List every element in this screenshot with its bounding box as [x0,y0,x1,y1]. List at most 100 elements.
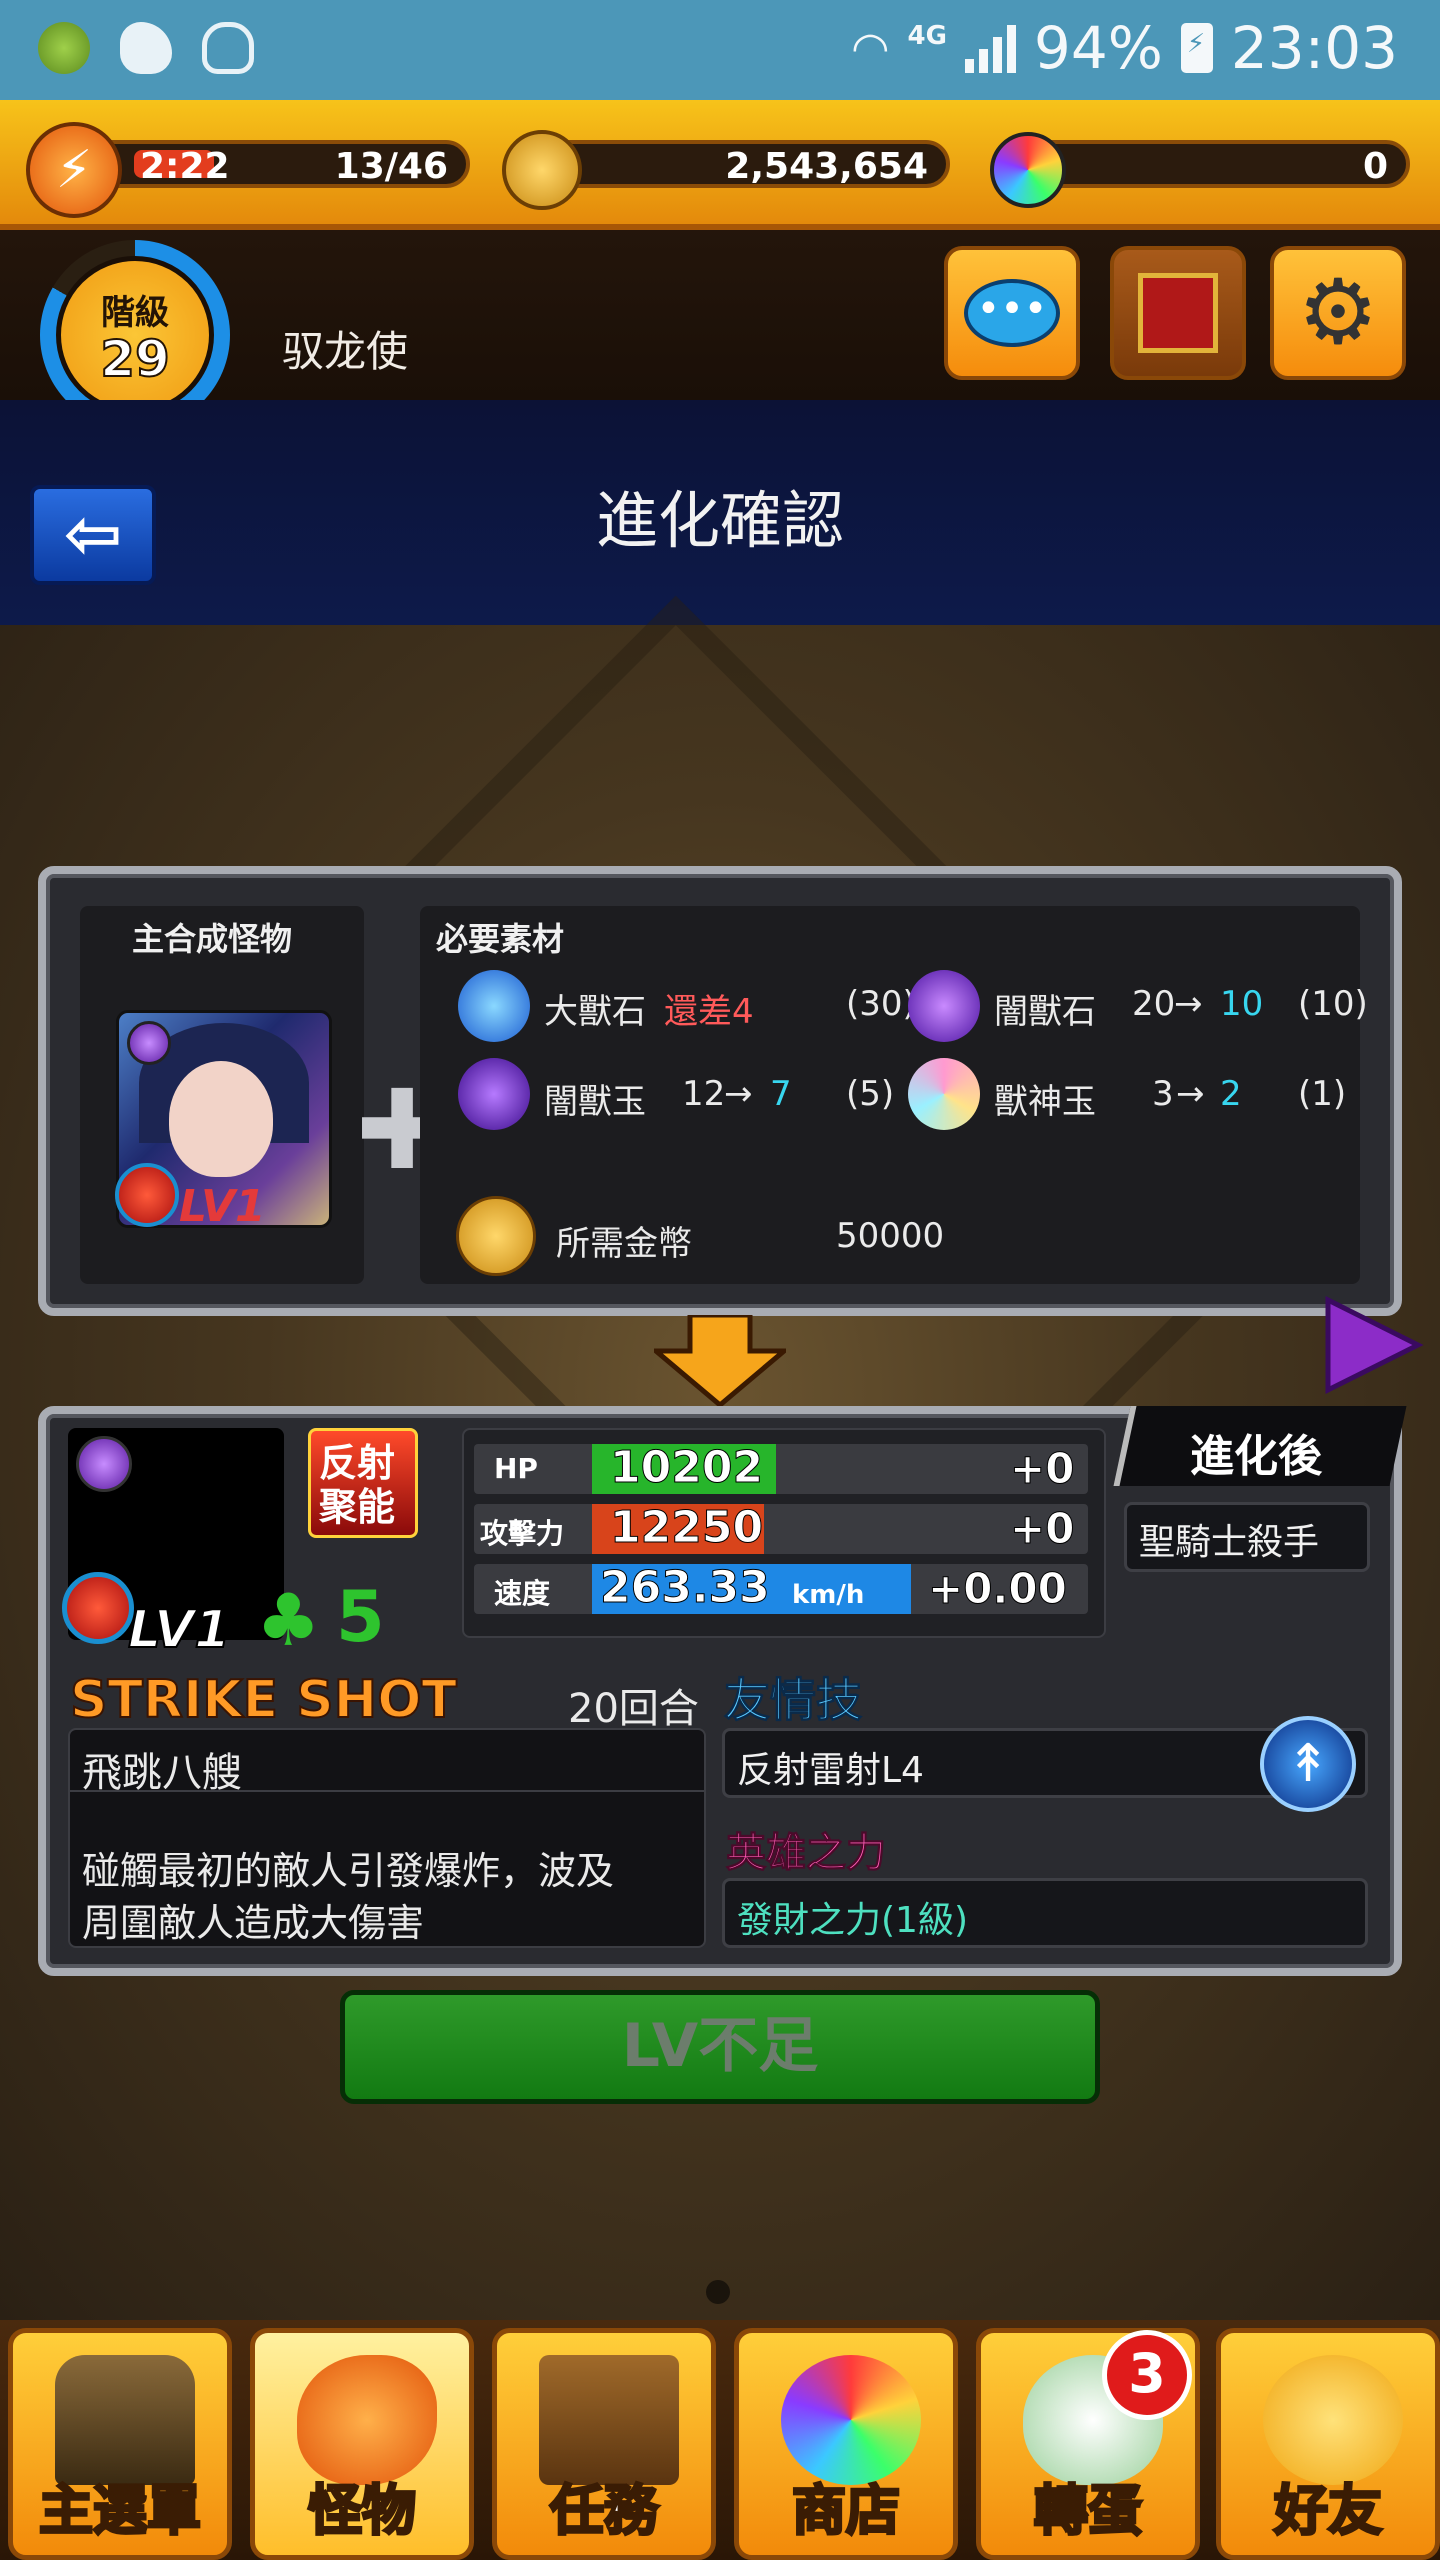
stamina-timer: 2:22 [140,146,230,187]
result-fruit-icon [62,1572,134,1644]
nav-label-monster: 怪物 [307,2478,418,2544]
strike-divider [68,1790,706,1792]
game-icon [38,22,90,74]
coins-value: 2,543,654 [725,146,928,187]
luck-clover-icon: ♣ [256,1578,321,1662]
evolve-button[interactable]: LV不足 [340,1990,1100,2104]
after-tag-text: 進化後 [1190,1431,1322,1482]
material-req-3: (5) [846,1074,895,1114]
speed-label: 速度 [494,1577,551,1610]
strike-turns: 20回合 [568,1686,699,1732]
portrait-face [169,1061,273,1177]
qq-icon [202,22,254,74]
clock: 23:03 [1230,14,1398,82]
fruit-icon [115,1163,179,1227]
material-status-1: 還差4 [664,992,754,1032]
hp-label: HP [494,1452,538,1485]
bounce-laser-icon[interactable]: ↟ [1260,1716,1356,1812]
page-dot [706,2280,730,2304]
coins-pill: 2,543,654 [520,140,950,188]
material-name-1: 大獸石 [544,992,646,1032]
attack-bar [474,1504,1088,1554]
status-bar: ◠ 4G 94% 23:03 [0,0,1440,100]
material-arrow-3: → [724,1074,753,1114]
weather-icon [120,22,172,74]
rank-value: 29 [99,330,171,388]
result-name: 聖騎士殺手 [1124,1502,1370,1572]
speed-unit: km/h [792,1580,865,1610]
material-req-1: (30) [846,984,916,1024]
dark-beast-stone-icon [908,970,980,1042]
nav-label-friends: 好友 [1273,2478,1384,2544]
orb-icon[interactable] [990,132,1066,208]
hp-delta: +0 [1009,1444,1075,1494]
nav-label-quest: 任務 [549,2478,660,2544]
nav-label-main: 主選單 [38,2478,203,2544]
nav-monster[interactable]: 怪物 [250,2328,474,2560]
result-level: LV1 [127,1599,231,1661]
down-arrow-icon [654,1315,786,1407]
wifi-icon: ◠ [851,22,890,74]
material-from-4: 3 [1152,1074,1174,1114]
strike-desc-2: 周圍敵人造成大傷害 [82,1901,425,1945]
battery-icon [1180,23,1213,73]
main-monster-portrait[interactable]: LV1 [115,1010,332,1232]
chat-icon: ••• [964,279,1060,347]
material-name-2: 闇獸石 [994,992,1096,1032]
rank-label: 階級 [101,293,169,333]
material-to-3: 7 [770,1074,792,1114]
nav-quest[interactable]: 任務 [492,2328,716,2560]
ability-badge: 反射聚能 [308,1428,418,1538]
page-title: 進化確認 [595,484,844,557]
nav-friends[interactable]: 好友 [1216,2328,1440,2560]
chat-button[interactable]: ••• [944,246,1080,380]
material-from-2: 20 [1132,984,1176,1024]
large-beast-stone-icon [458,970,530,1042]
player-name: 驭龙使 [282,327,409,376]
nav-shop[interactable]: 商店 [734,2328,958,2560]
speed-value: 263.33 [600,1562,771,1614]
battery-percent: 94% [1033,14,1163,82]
result-element-icon [76,1436,132,1492]
hero-power-label: 英雄之力 [726,1830,887,1877]
nav-label-gacha: 轉蛋 [1033,2478,1144,2544]
ability-badge-text: 反射聚能 [319,1441,396,1529]
material-arrow-2: → [1174,984,1203,1024]
gift-icon [1138,273,1218,353]
beast-god-orb-icon [908,1058,980,1130]
strike-shot-label: STRIKE SHOT [69,1669,458,1731]
dark-element-icon [127,1021,171,1065]
nav-main-menu[interactable]: 主選單 [8,2328,232,2560]
material-arrow-4: → [1176,1074,1205,1114]
dark-beast-orb-icon [458,1058,530,1130]
friend-skill-label: 友情技 [724,1673,863,1728]
gold-label: 所需金幣 [556,1224,692,1264]
network-type: 4G [907,21,947,51]
attack-value: 12250 [609,1502,764,1554]
speed-delta: +0.00 [928,1564,1068,1614]
gift-button[interactable] [1110,246,1246,380]
gold-coin-icon [456,1196,536,1276]
hero-power-value: 發財之力(1級) [722,1878,1368,1948]
material-name-3: 闇獸玉 [544,1082,646,1122]
energy-icon: ⚡ [26,122,122,218]
orbs-value: 0 [1362,146,1388,187]
material-to-4: 2 [1220,1074,1242,1114]
settings-button[interactable]: ⚙ [1270,246,1406,380]
material-name-4: 獸神玉 [994,1082,1096,1122]
attack-label: 攻擊力 [480,1517,565,1550]
coin-icon [502,130,582,210]
stamina-count: 13/46 [334,146,448,187]
portrait-level: LV1 [179,1181,266,1232]
strike-desc-1: 碰觸最初的敵人引發爆炸，波及 [82,1849,615,1893]
materials-label: 必要素材 [436,920,565,958]
luck-value: 5 [336,1576,385,1658]
attack-delta: +0 [1009,1504,1075,1554]
hp-bar [474,1444,1088,1494]
next-arrow-icon[interactable] [1318,1290,1428,1400]
main-monster-label: 主合成怪物 [132,920,293,958]
nav-label-shop: 商店 [791,2478,902,2544]
material-to-2: 10 [1220,984,1264,1024]
gear-icon: ⚙ [1297,260,1379,365]
hp-value: 10202 [609,1442,764,1494]
